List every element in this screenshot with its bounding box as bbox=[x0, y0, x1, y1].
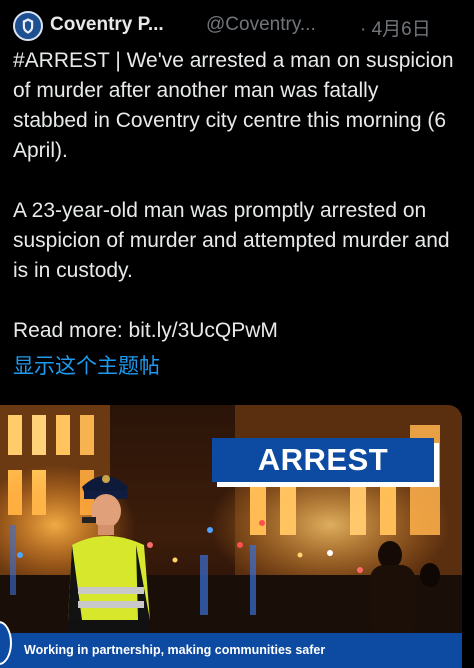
arrest-banner: ARREST bbox=[212, 438, 434, 482]
tweet-image[interactable]: ARREST Working in partnership, making co… bbox=[0, 405, 462, 668]
image-footer-bar: Working in partnership, making communiti… bbox=[0, 633, 462, 668]
tweet-link-paragraph[interactable]: Read more: bit.ly/3UcQPwM bbox=[13, 316, 458, 346]
tweet-paragraph: #ARREST | We've arrested a man on suspic… bbox=[13, 49, 454, 162]
author-handle[interactable]: @Coventry... bbox=[206, 14, 316, 36]
police-crest-icon[interactable] bbox=[13, 11, 43, 41]
image-footer-text: Working in partnership, making communiti… bbox=[24, 643, 326, 657]
tweet-timestamp[interactable]: · 4月6日 bbox=[360, 14, 431, 41]
tweet-header: Coventry P... @Coventry... · 4月6日 bbox=[0, 0, 474, 52]
tweet-text: #ARREST | We've arrested a man on suspic… bbox=[13, 46, 458, 346]
tweet-paragraph: A 23-year-old man was promptly arrested … bbox=[13, 199, 450, 282]
arrest-banner-text: ARREST bbox=[257, 442, 389, 477]
author-name[interactable]: Coventry P... bbox=[50, 14, 164, 36]
show-thread-link[interactable]: 显示这个主题帖 bbox=[13, 352, 160, 382]
